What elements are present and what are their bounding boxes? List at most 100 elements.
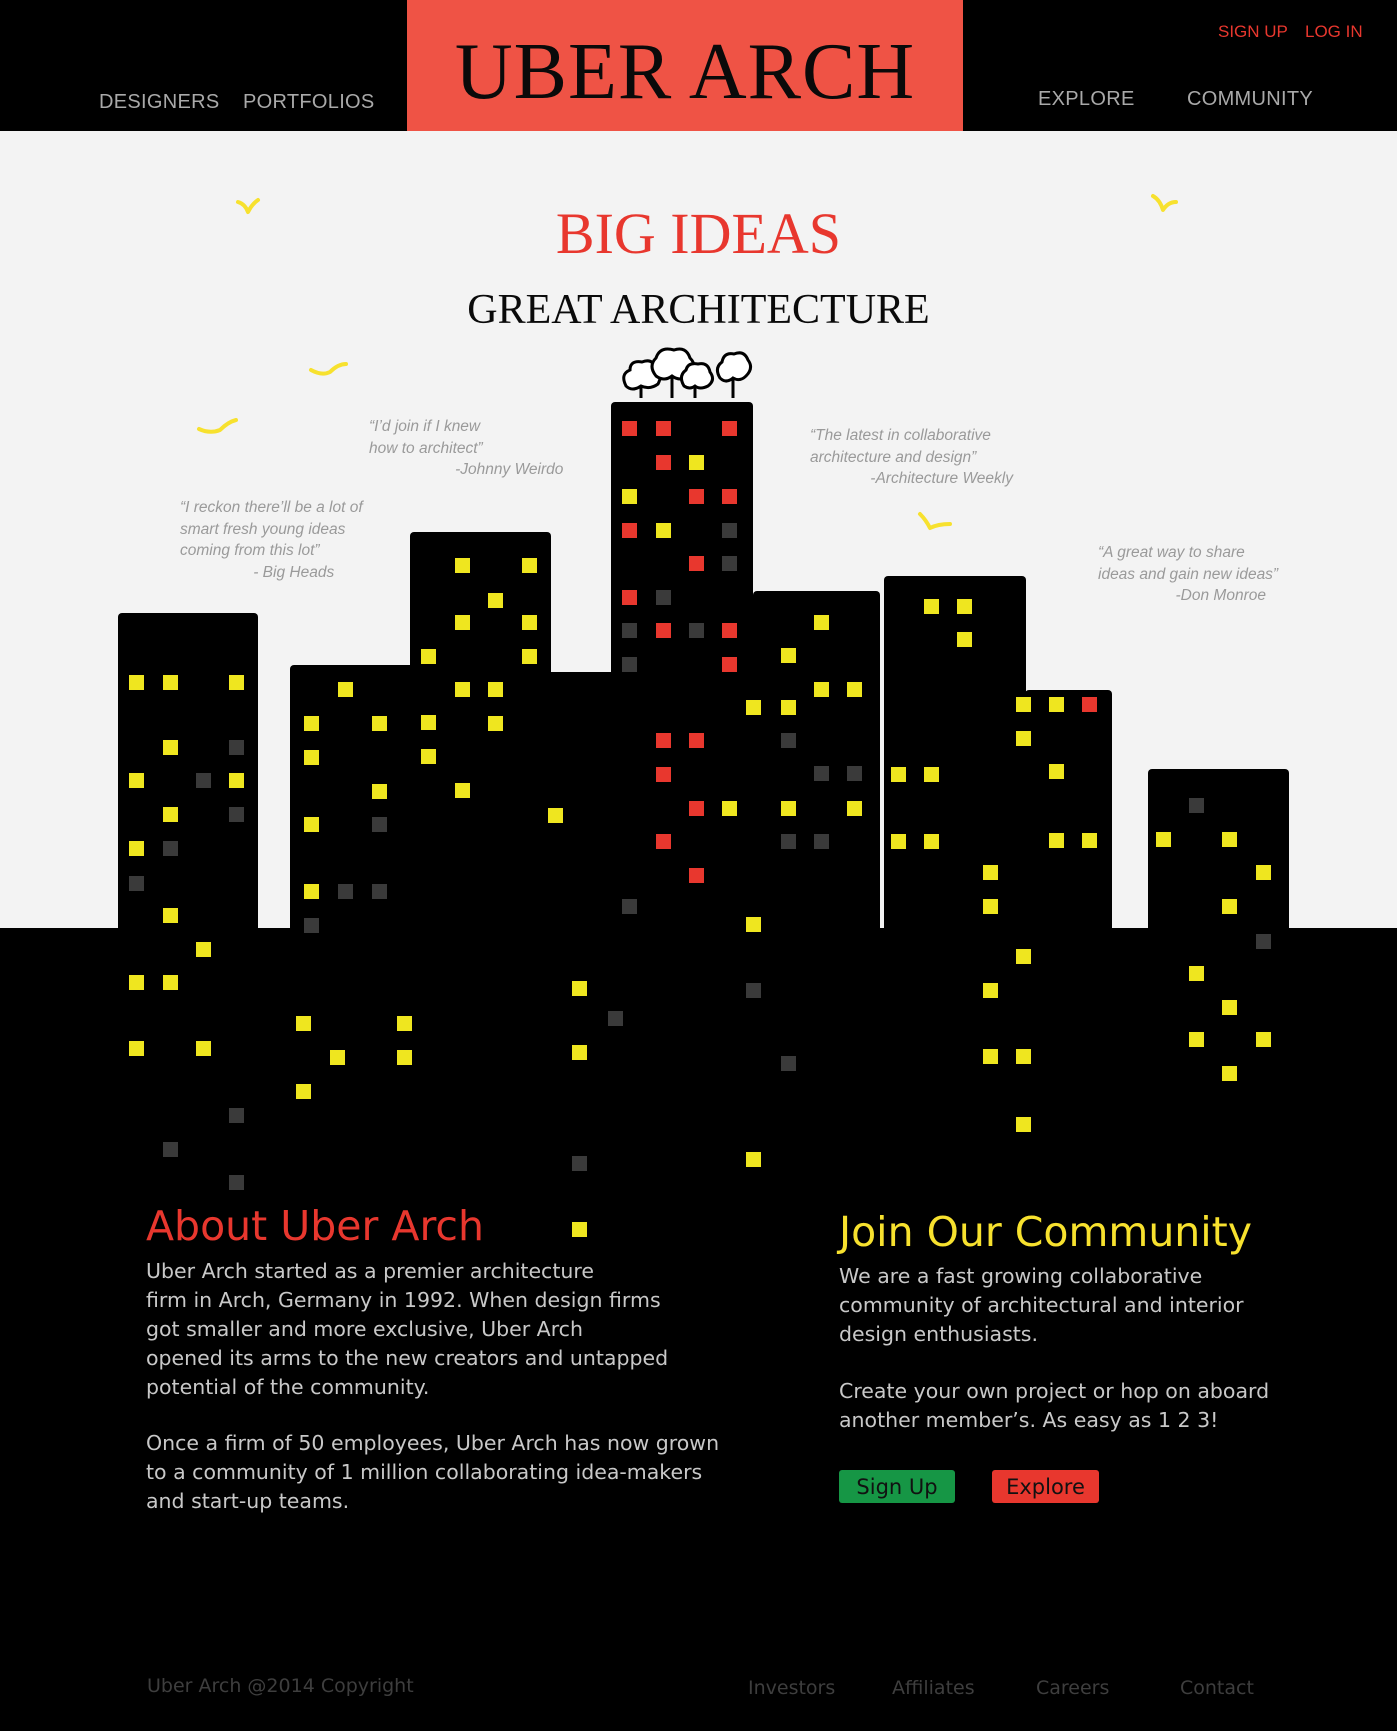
building-window (196, 773, 211, 788)
footer-link-affiliates[interactable]: Affiliates (892, 1677, 975, 1699)
building-window (746, 1152, 761, 1167)
bird-icon (236, 198, 260, 214)
building-window (689, 455, 704, 470)
building-window (455, 615, 470, 630)
tree-icon (715, 351, 753, 398)
building-window (622, 623, 637, 638)
building-window (814, 834, 829, 849)
building-window (522, 649, 537, 664)
building-window (229, 740, 244, 755)
building-window (983, 983, 998, 998)
building-window (163, 807, 178, 822)
building-window (781, 1056, 796, 1071)
building-window (608, 1011, 623, 1026)
building-window (689, 801, 704, 816)
building-window (781, 648, 796, 663)
building-window (488, 682, 503, 697)
building-window (1016, 697, 1031, 712)
tree-icon (679, 362, 715, 398)
building-window (1016, 731, 1031, 746)
building-window (781, 834, 796, 849)
building-window (891, 767, 906, 782)
bird-icon (918, 512, 952, 530)
building-window (572, 981, 587, 996)
building-window (296, 1016, 311, 1031)
building-window (746, 917, 761, 932)
building-window (1189, 1032, 1204, 1047)
explore-button[interactable]: Explore (992, 1470, 1099, 1503)
bird-icon (1151, 194, 1178, 212)
building-window (1049, 697, 1064, 712)
building-window (129, 773, 144, 788)
building-window (847, 801, 862, 816)
about-title: About Uber Arch (146, 1202, 484, 1250)
building-window (1082, 697, 1097, 712)
building-window (957, 632, 972, 647)
building-window (957, 599, 972, 614)
building-window (129, 975, 144, 990)
building-window (338, 884, 353, 899)
building-window (656, 623, 671, 638)
building-window (891, 834, 906, 849)
building (1148, 769, 1289, 940)
building-window (455, 783, 470, 798)
building-window (722, 489, 737, 504)
footer-link-investors[interactable]: Investors (748, 1677, 835, 1699)
building-window (1049, 833, 1064, 848)
building-window (622, 421, 637, 436)
community-title: Join Our Community (839, 1208, 1253, 1256)
building-window (1256, 934, 1271, 949)
building-window (397, 1050, 412, 1065)
building-window (129, 876, 144, 891)
building-window (1189, 798, 1204, 813)
community-paragraph: We are a fast growing collaborative comm… (839, 1264, 1244, 1346)
building-window (397, 1016, 412, 1031)
building-window (622, 523, 637, 538)
building-window (330, 1050, 345, 1065)
building-window (622, 899, 637, 914)
building-window (847, 766, 862, 781)
community-paragraph: Create your own project or hop on aboard… (839, 1379, 1270, 1432)
building-window (814, 682, 829, 697)
building-window (722, 523, 737, 538)
building-window (196, 1041, 211, 1056)
building-window (656, 421, 671, 436)
building (753, 591, 880, 940)
bird-icon (197, 418, 238, 434)
building-window (488, 593, 503, 608)
building (884, 576, 1026, 940)
building-window (488, 716, 503, 731)
building-window (656, 523, 671, 538)
building-window (163, 675, 178, 690)
building-window (781, 801, 796, 816)
footer-link-contact[interactable]: Contact (1180, 1677, 1254, 1699)
signup-button[interactable]: Sign Up (839, 1470, 955, 1503)
building (1025, 690, 1112, 940)
building-window (722, 801, 737, 816)
building-window (372, 884, 387, 899)
building-window (656, 733, 671, 748)
building-window (814, 766, 829, 781)
building-window (522, 615, 537, 630)
building-window (622, 489, 637, 504)
building-window (656, 767, 671, 782)
building-window (421, 715, 436, 730)
building-window (689, 868, 704, 883)
building-window (421, 749, 436, 764)
building-window (1016, 1117, 1031, 1132)
building-window (689, 733, 704, 748)
building-window (372, 817, 387, 832)
building-window (622, 590, 637, 605)
building-window (304, 716, 319, 731)
building-window (1189, 966, 1204, 981)
building-window (372, 784, 387, 799)
building-window (229, 1175, 244, 1190)
footer-link-careers[interactable]: Careers (1036, 1677, 1109, 1699)
building-window (572, 1222, 587, 1237)
building-window (229, 773, 244, 788)
building-window (163, 1142, 178, 1157)
building-window (163, 740, 178, 755)
building-window (304, 817, 319, 832)
building-window (196, 942, 211, 957)
building-window (689, 556, 704, 571)
